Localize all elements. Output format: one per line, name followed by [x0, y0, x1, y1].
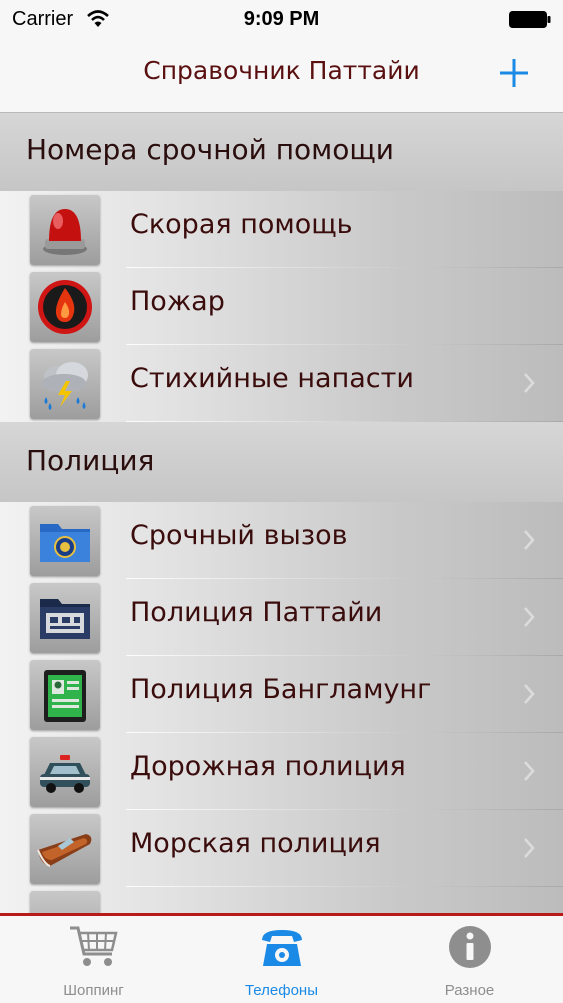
chevron-right-icon: [524, 684, 535, 704]
boat-icon: [30, 814, 100, 884]
chevron-right-icon: [524, 838, 535, 858]
chevron-right-icon: [524, 607, 535, 627]
section-title: Номера срочной помощи: [26, 133, 395, 166]
tab-label: Разное: [444, 982, 495, 999]
phone-icon: [261, 930, 302, 966]
chevron-right-icon: [524, 761, 535, 781]
list-item-label: Скорая помощь: [130, 209, 353, 240]
tab-label: Шоппинг: [63, 982, 124, 999]
page-title: Справочник Паттайи: [143, 56, 420, 85]
police-folder-icon: [30, 583, 100, 653]
list-item-pattaya-police[interactable]: Полиция Паттайи: [0, 579, 563, 656]
list-item-banglamung-police[interactable]: Полиция Бангламунг: [0, 656, 563, 733]
storm-icon: [30, 349, 100, 419]
list-item-label: Полиция Паттайи: [130, 597, 383, 628]
cart-icon: [69, 926, 118, 966]
tab-phones[interactable]: Телефоны: [188, 916, 375, 1003]
tab-label: Телефоны: [244, 982, 318, 999]
tab-shopping[interactable]: Шоппинг: [0, 916, 187, 1003]
list-item-label: Морская полиция: [130, 828, 381, 859]
tab-bar: Шоппинг Телефоны Разное: [0, 913, 563, 1003]
section-header-police: Полиция: [0, 422, 563, 502]
siren-icon: [30, 195, 100, 265]
clock: 9:09 PM: [243, 8, 320, 30]
chevron-right-icon: [524, 373, 535, 393]
plus-icon[interactable]: [499, 54, 529, 90]
chevron-right-icon: [524, 530, 535, 550]
list-item-label: Дорожная полиция: [130, 751, 406, 782]
info-icon: [448, 926, 491, 968]
id-card-icon: [30, 660, 100, 730]
list-item-icon-partial: [30, 891, 100, 913]
status-bar: Carrier 9:09 PM: [0, 0, 563, 40]
list-item-label: Пожар: [130, 286, 225, 317]
navigation-bar: Справочник Паттайи: [0, 40, 563, 113]
battery-icon: [509, 11, 551, 28]
list-item-label: Стихийные напасти: [130, 363, 414, 394]
tab-misc[interactable]: Разное: [376, 916, 563, 1003]
section-header-emergency: Номера срочной помощи: [0, 113, 563, 191]
list-item-fire[interactable]: Пожар: [0, 268, 563, 345]
list-item-marine-police[interactable]: Морская полиция: [0, 810, 563, 887]
list-item-traffic-police[interactable]: Дорожная полиция: [0, 733, 563, 810]
section-title: Полиция: [26, 444, 155, 477]
list-item-emergency-call[interactable]: Срочный вызов: [0, 502, 563, 579]
list-item-label: Срочный вызов: [130, 520, 348, 551]
list-item-label: Полиция Бангламунг: [130, 674, 432, 705]
fbi-folder-icon: [30, 506, 100, 576]
fire-icon: [30, 272, 100, 342]
police-car-icon: [30, 737, 100, 807]
directory-list: Номера срочной помощи Скорая помощь Пожа…: [0, 113, 563, 913]
list-item-ambulance[interactable]: Скорая помощь: [0, 191, 563, 268]
list-item-disasters[interactable]: Стихийные напасти: [0, 345, 563, 422]
list-item-partial[interactable]: [0, 887, 563, 913]
